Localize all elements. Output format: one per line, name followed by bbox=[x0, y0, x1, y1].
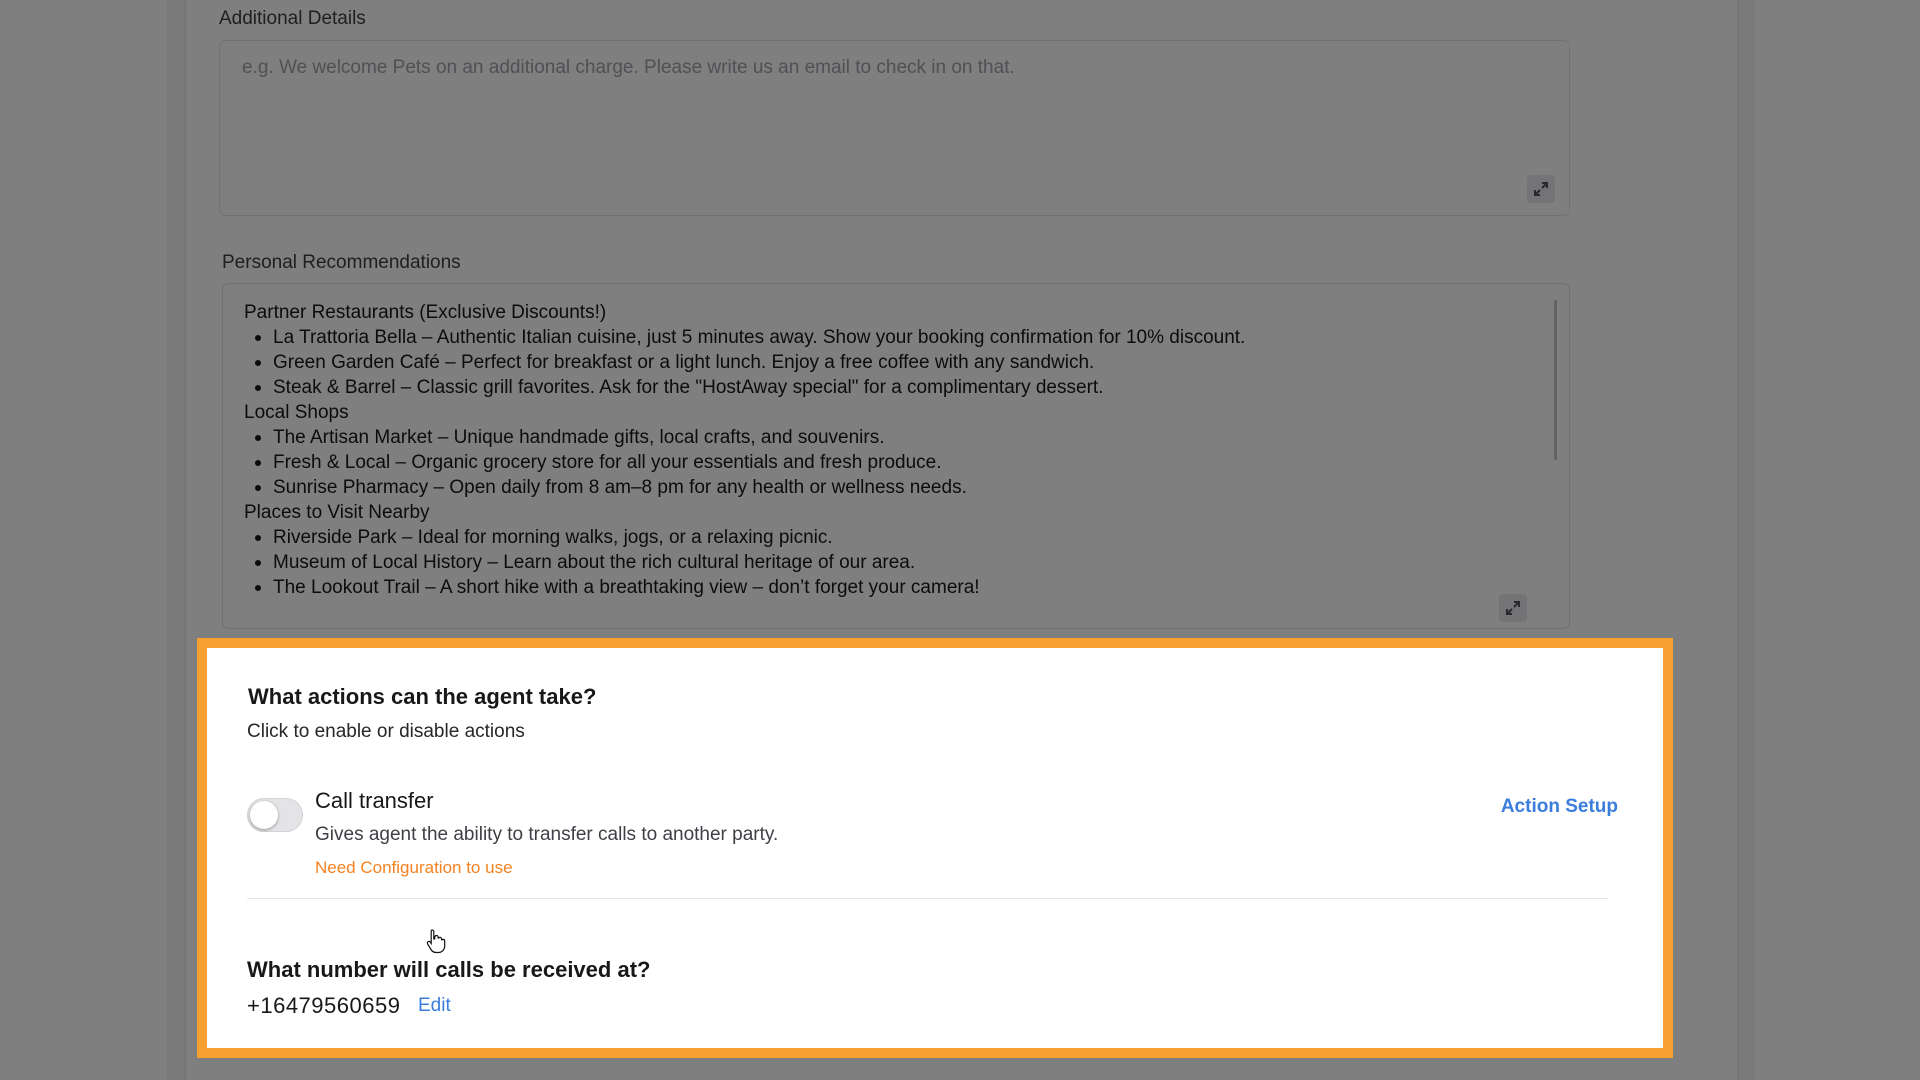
screen: Additional Details e.g. We welcome Pets … bbox=[0, 0, 1920, 1080]
toggle-knob bbox=[250, 801, 278, 829]
actions-subtitle: Click to enable or disable actions bbox=[247, 721, 525, 742]
actions-title: What actions can the agent take? bbox=[248, 684, 597, 709]
call-transfer-toggle[interactable] bbox=[247, 798, 303, 832]
call-transfer-description: Gives agent the ability to transfer call… bbox=[315, 824, 779, 845]
action-setup-link[interactable]: Action Setup bbox=[1501, 796, 1618, 818]
edit-phone-link[interactable]: Edit bbox=[418, 995, 451, 1017]
configuration-warning: Need Configuration to use bbox=[315, 858, 513, 877]
call-transfer-title: Call transfer bbox=[315, 788, 434, 813]
divider bbox=[247, 898, 1608, 899]
phone-number-question: What number will calls be received at? bbox=[247, 957, 651, 982]
phone-number-value: +16479560659 bbox=[247, 993, 401, 1018]
actions-highlight-panel: What actions can the agent take? Click t… bbox=[197, 638, 1673, 1058]
hand-cursor-icon bbox=[426, 929, 446, 954]
